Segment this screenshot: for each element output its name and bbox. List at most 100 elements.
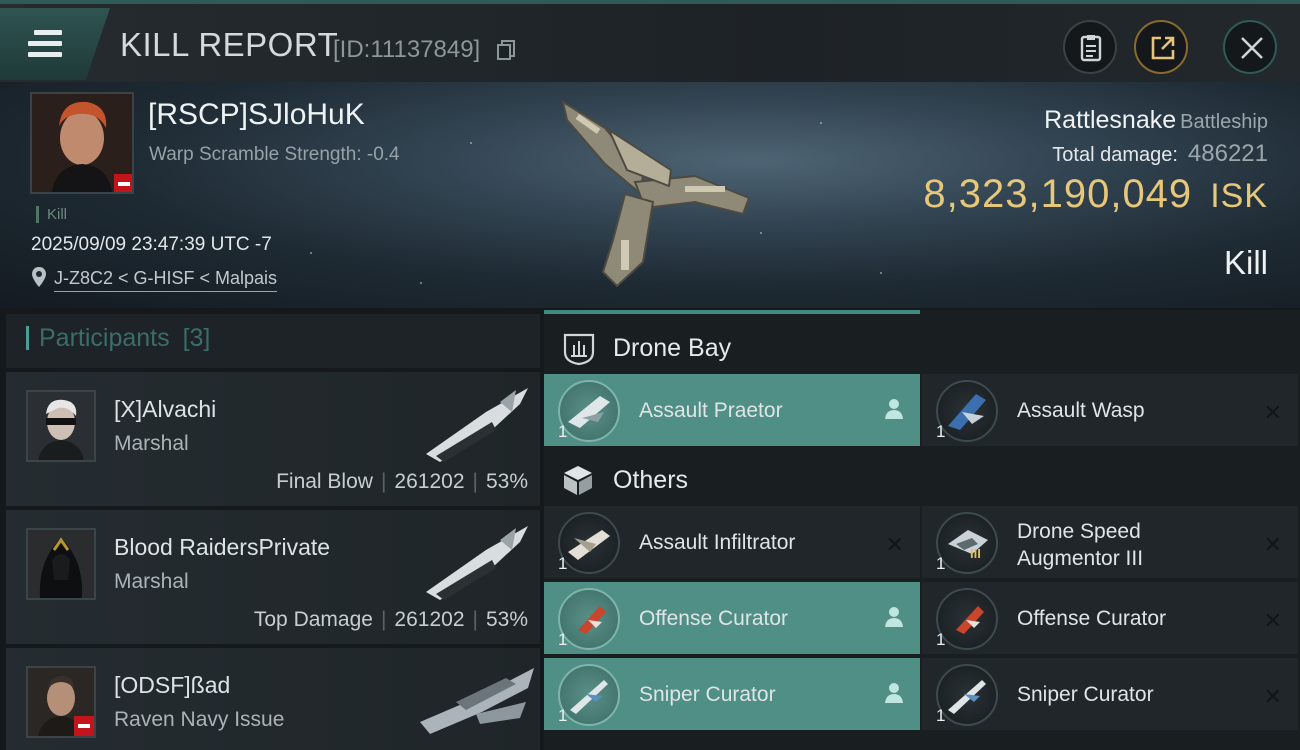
participant-role: Top Damage [253,608,373,631]
location-pin-icon [32,267,46,287]
destroyed-icon: ✕ [1263,400,1282,425]
item-name-line2: Augmentor III [1017,547,1144,570]
isk-value: 8,323,190,049 ISK [923,172,1268,217]
page-title: KILL REPORT [120,26,339,63]
item-name-line1: Drone Speed [1017,520,1141,543]
item-name: Sniper Curator [639,683,776,706]
participant-avatar [26,528,96,600]
dropped-person-icon [885,607,903,627]
participant-percent: 53% [485,470,528,493]
ship-class: Battleship [1180,111,1268,133]
cargo-box-icon [564,466,592,495]
destroyed-icon: ✕ [1263,684,1282,709]
destroyed-icon: ✕ [1263,608,1282,633]
participant-stats: Final Blow | 261202 | 53% [276,470,528,494]
item-quantity: 1 [558,630,568,649]
total-damage: Total damage: 486221 [1052,140,1268,168]
item-name: Drone Speed Augmentor III [1017,518,1143,572]
total-damage-value: 486221 [1187,140,1268,167]
clipboard-icon [1080,35,1102,62]
participant-ship-image [426,526,528,600]
participant-row[interactable]: Blood RaidersPrivate Marshal Top Damage |… [6,510,540,644]
participants-label: Participants [39,324,170,352]
warp-scramble-strength: Warp Scramble Strength: -0.4 [149,144,400,165]
participant-damage: 261202 [394,470,465,493]
item-name: Assault Infiltrator [639,531,796,554]
module-item[interactable]: 1 Offense Curator ✕ [922,582,1298,654]
hostile-badge-icon [74,716,94,736]
separator: | [472,470,478,493]
participant-row[interactable]: [X]Alvachi Marshal Final Blow | 261202 | 53% [6,372,540,506]
participant-name: [X]Alvachi [114,396,217,422]
kill-tag: Kill [36,206,67,223]
kill-datetime: 2025/09/09 23:47:39 UTC -7 [31,234,272,255]
module-item[interactable]: 1 Assault Wasp ✕ [922,374,1298,446]
participant-percent: 53% [485,608,528,631]
participant-role: Final Blow [276,470,373,493]
victim-portrait[interactable] [30,92,134,194]
participant-avatar [26,666,96,738]
top-bar: KILL REPORT [ID:11137849] [0,0,1300,82]
destroyed-icon: ✕ [885,532,904,557]
item-quantity: 1 [936,706,946,725]
item-quantity: 1 [936,422,946,441]
drone-bay-icon [563,333,595,366]
others-label: Others [613,466,689,494]
participant-stats: Top Damage | 261202 | 53% [254,608,528,632]
participant-name: Blood RaidersPrivate [114,534,331,560]
participant-ship-image [420,668,534,734]
item-quantity: 1 [936,554,946,573]
item-name: Sniper Curator [1017,683,1154,706]
module-item[interactable]: III 1 Drone Speed Augmentor III ✕ [922,506,1298,578]
separator: | [472,608,478,631]
kill-type-label: Kill [1223,244,1268,281]
isk-amount: 8,323,190,049 [923,172,1193,216]
module-item[interactable]: 1 Offense Curator [544,582,920,654]
victim-name[interactable]: [RSCP]SJloHuK [148,98,365,132]
total-damage-label: Total damage: [1052,144,1178,166]
participant-ship: Raven Navy Issue [114,708,285,731]
module-item[interactable]: 1 Assault Praetor [544,374,920,446]
close-icon [1241,37,1263,59]
others-header: Others [544,448,1300,508]
header-accent-bar [26,326,29,350]
victim-header: [RSCP]SJloHuK Warp Scramble Strength: -0… [0,82,1300,308]
participant-ship: Marshal [114,570,189,593]
item-name: Assault Praetor [639,399,783,422]
dropped-person-icon [885,683,903,703]
drone-bay-label: Drone Bay [613,334,732,362]
share-button[interactable] [1134,20,1188,74]
victim-ship-name[interactable]: Rattlesnake Battleship [1044,106,1268,135]
item-quantity: 1 [558,554,568,573]
item-quantity: 1 [936,630,946,649]
separator: | [380,470,387,493]
separator: | [380,608,387,631]
participant-damage: 261202 [394,608,465,631]
ship-name-text: Rattlesnake [1044,106,1177,134]
copy-icon[interactable] [497,40,515,60]
victim-ship-image [561,99,751,288]
item-name: Offense Curator [639,607,789,630]
module-item[interactable]: 1 Sniper Curator ✕ [922,658,1298,730]
item-name: Assault Wasp [1017,399,1145,422]
module-item[interactable]: 1 Assault Infiltrator ✕ [544,506,920,578]
active-tab-indicator [544,310,920,314]
participant-row[interactable]: [ODSF]ßad Raven Navy Issue [6,648,540,750]
share-icon [1151,36,1175,60]
module-item[interactable]: 1 Sniper Curator [544,658,920,730]
modules-panel: Drone Bay 1 Assault Praetor 1 Assault Wa… [544,310,1300,750]
location-link[interactable]: J-Z8C2 < G-HISF < Malpais [54,268,278,292]
menu-button[interactable] [0,8,110,80]
item-quantity: 1 [558,706,568,725]
report-id: [ID:11137849] [333,36,481,63]
close-button[interactable] [1223,20,1277,74]
drone-bay-header: Drone Bay [544,316,1300,376]
participants-count: [3] [182,324,211,352]
isk-unit: ISK [1210,177,1268,215]
clipboard-button[interactable] [1063,20,1117,74]
participants-header: Participants [3] [6,314,540,368]
destroyed-icon: ✕ [1263,532,1282,557]
participants-panel: Participants [3] [X]Alvachi Marshal Fina… [6,314,540,750]
participant-ship: Marshal [114,432,189,455]
dropped-person-icon [885,399,903,419]
